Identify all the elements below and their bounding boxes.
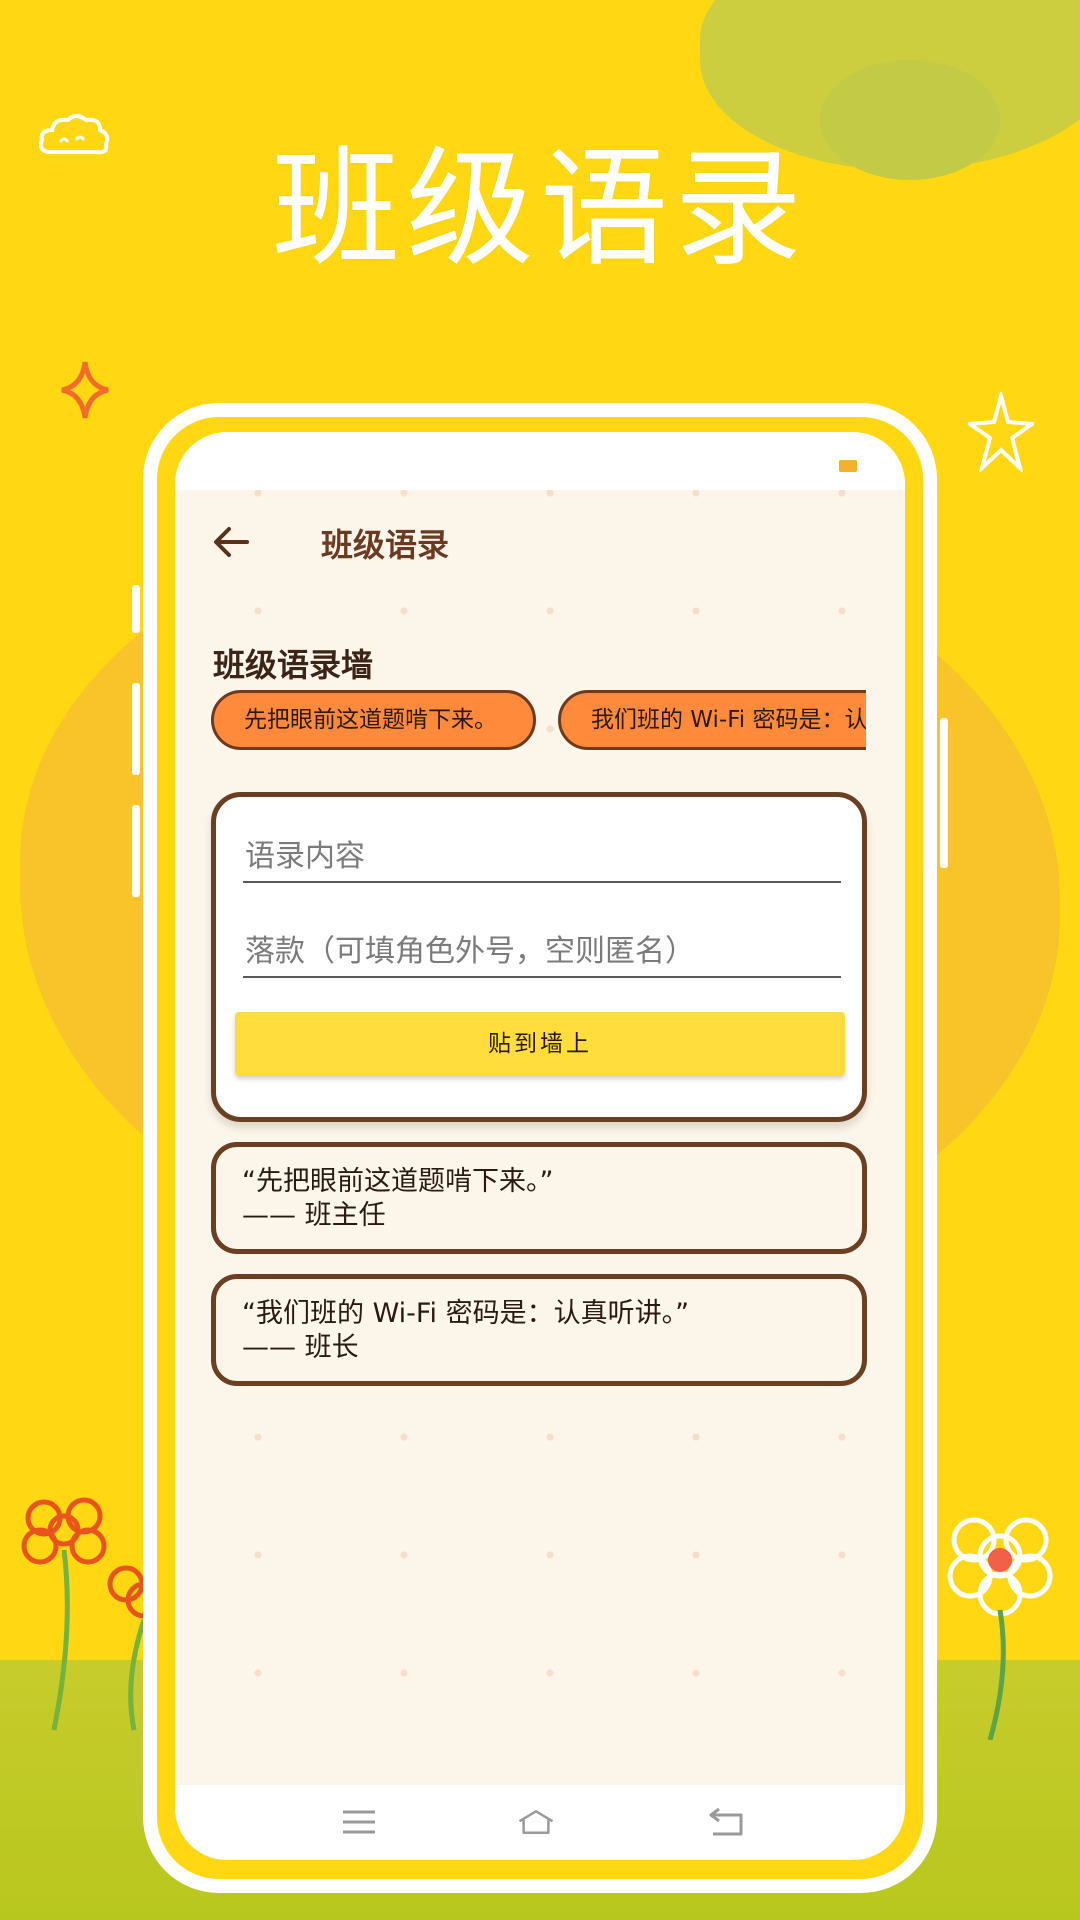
sparkle-icon bbox=[61, 361, 109, 419]
battery-icon bbox=[839, 460, 857, 472]
post-to-wall-button[interactable]: 贴到墙上 bbox=[235, 1012, 845, 1076]
system-nav-bar bbox=[175, 1785, 905, 1860]
phone-side-button bbox=[132, 683, 140, 775]
phone-side-button bbox=[132, 585, 140, 633]
phone-side-button bbox=[940, 718, 948, 868]
quote-content-input[interactable]: 语录内容 bbox=[243, 821, 841, 883]
quote-chips-row[interactable]: 先把眼前这道题啃下来。我们班的 Wi-Fi 密码是：认真听讲。 bbox=[211, 690, 866, 754]
toolbar: 班级语录 bbox=[175, 490, 905, 594]
status-bar bbox=[175, 432, 905, 490]
quote-content-placeholder: 语录内容 bbox=[245, 839, 365, 874]
home-icon[interactable] bbox=[517, 1805, 555, 1839]
quote-text: “先把眼前这道题啃下来。” bbox=[242, 1166, 554, 1197]
phone-screen: 班级语录 班级语录墙 先把眼前这道题啃下来。我们班的 Wi-Fi 密码是：认真听… bbox=[175, 432, 905, 1860]
star-icon bbox=[968, 392, 1034, 472]
app-content: 班级语录 班级语录墙 先把眼前这道题啃下来。我们班的 Wi-Fi 密码是：认真听… bbox=[175, 490, 905, 1785]
flower-icon bbox=[947, 1517, 1053, 1740]
signature-placeholder: 落款（可填角色外号，空则匿名） bbox=[245, 934, 695, 969]
quote-form-card: 语录内容 落款（可填角色外号，空则匿名） 贴到墙上 bbox=[211, 792, 867, 1122]
signature-input[interactable]: 落款（可填角色外号，空则匿名） bbox=[243, 916, 841, 978]
quote-text: “我们班的 Wi-Fi 密码是：认真听讲。” bbox=[242, 1298, 690, 1329]
quote-author: —— 班主任 bbox=[242, 1200, 386, 1231]
quote-card: “先把眼前这道题啃下来。” —— 班主任 bbox=[211, 1142, 867, 1254]
promo-headline: 班级语录 bbox=[271, 135, 808, 284]
menu-icon[interactable] bbox=[340, 1805, 378, 1839]
quote-author: —— 班长 bbox=[242, 1332, 359, 1363]
quote-card: “我们班的 Wi-Fi 密码是：认真听讲。” —— 班长 bbox=[211, 1274, 867, 1386]
return-icon[interactable] bbox=[707, 1805, 745, 1839]
page-title: 班级语录 bbox=[321, 526, 450, 564]
arrow-left-icon[interactable] bbox=[211, 522, 251, 562]
quote-chip[interactable]: 先把眼前这道题啃下来。 bbox=[211, 690, 536, 750]
phone-side-button bbox=[132, 805, 140, 897]
quote-chip[interactable]: 我们班的 Wi-Fi 密码是：认真听讲。 bbox=[558, 690, 866, 750]
section-title: 班级语录墙 bbox=[213, 646, 374, 684]
